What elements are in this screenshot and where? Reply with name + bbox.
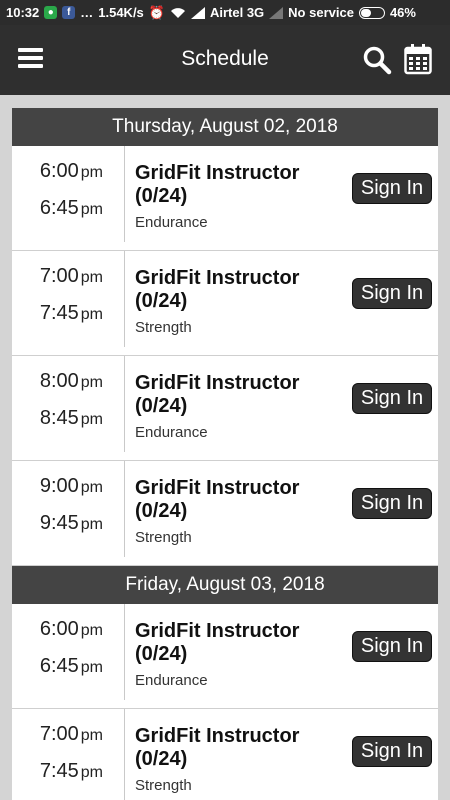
more-notifications-icon: … [80, 5, 94, 20]
session-row: 6:00 pm 6:45 pm GridFit Instructor (0/24) End… [12, 604, 438, 709]
status-bar: 10:32 ● f … 1.54K/s ⏰ Airtel 3G No servi… [0, 0, 450, 25]
battery-fill [360, 8, 372, 17]
start-time-value: 7:00 [39, 265, 79, 287]
session-times: 6:00 pm 6:45 pm [12, 146, 124, 250]
end-time-suffix: pm [80, 411, 103, 428]
sign-in-button[interactable]: Sign In [352, 631, 432, 662]
start-time-value: 8:00 [39, 370, 79, 392]
end-time-suffix: pm [80, 516, 103, 533]
start-time-suffix: pm [80, 164, 103, 181]
divider [124, 461, 125, 557]
start-time-suffix: pm [80, 374, 103, 391]
session-category: Endurance [135, 214, 208, 231]
session-category: Strength [135, 529, 192, 546]
calendar-icon[interactable] [404, 43, 432, 75]
session-times: 9:00 pm 9:45 pm [12, 461, 124, 565]
start-time: 8:00 pm [40, 370, 103, 393]
start-time-suffix: pm [80, 269, 103, 286]
start-time: 7:00 pm [40, 723, 103, 746]
session-name: GridFit Instructor (0/24) [135, 372, 300, 417]
shield-notification-icon: ● [44, 6, 58, 19]
session-times: 6:00 pm 6:45 pm [12, 604, 124, 708]
end-time-value: 9:45 [39, 512, 79, 534]
session-info: GridFit Instructor (0/24) Strength [135, 267, 345, 336]
session-info: GridFit Instructor (0/24) Strength [135, 477, 345, 546]
service-status: No service [288, 5, 354, 20]
session-row: 8:00 pm 8:45 pm GridFit Instructor (0/24) End… [12, 356, 438, 461]
session-category: Endurance [135, 424, 208, 441]
sign-in-button[interactable]: Sign In [352, 736, 432, 767]
no-signal-icon [269, 6, 284, 19]
start-time-value: 7:00 [39, 723, 79, 745]
end-time-suffix: pm [80, 201, 103, 218]
date-header: Thursday, August 02, 2018 [12, 108, 438, 146]
session-info: GridFit Instructor (0/24) Strength [135, 725, 345, 794]
end-time: 7:45 pm [40, 302, 103, 325]
schedule-list: Thursday, August 02, 2018 6:00 pm 6:45 pm Gri… [12, 108, 438, 800]
divider [124, 251, 125, 347]
start-time-value: 6:00 [39, 618, 79, 640]
start-time-value: 9:00 [39, 475, 79, 497]
end-time-value: 7:45 [39, 302, 79, 324]
app-bar: Schedule [0, 25, 450, 95]
session-name: GridFit Instructor (0/24) [135, 477, 300, 522]
session-name: GridFit Instructor (0/24) [135, 725, 300, 770]
start-time: 6:00 pm [40, 160, 103, 183]
session-row: 7:00 pm 7:45 pm GridFit Instructor (0/24) Str… [12, 709, 438, 800]
start-time-suffix: pm [80, 622, 103, 639]
session-row: 9:00 pm 9:45 pm GridFit Instructor (0/24) Str… [12, 461, 438, 566]
carrier-name: Airtel 3G [209, 5, 265, 20]
session-info: GridFit Instructor (0/24) Endurance [135, 620, 345, 689]
end-time: 7:45 pm [40, 760, 103, 783]
session-category: Endurance [135, 672, 208, 689]
session-name: GridFit Instructor (0/24) [135, 162, 300, 207]
search-icon[interactable] [362, 45, 392, 75]
sign-in-button[interactable]: Sign In [352, 383, 432, 414]
date-header: Friday, August 03, 2018 [12, 566, 438, 604]
session-name: GridFit Instructor (0/24) [135, 620, 300, 665]
session-info: GridFit Instructor (0/24) Endurance [135, 162, 345, 231]
wifi-icon [170, 7, 186, 19]
start-time: 9:00 pm [40, 475, 103, 498]
session-times: 8:00 pm 8:45 pm [12, 356, 124, 460]
session-row: 7:00 pm 7:45 pm GridFit Instructor (0/24) Str… [12, 251, 438, 356]
end-time: 6:45 pm [40, 655, 103, 678]
divider [124, 146, 125, 242]
session-times: 7:00 pm 7:45 pm [12, 709, 124, 800]
end-time: 6:45 pm [40, 197, 103, 220]
facebook-notification-icon: f [62, 6, 76, 19]
clock: 10:32 [6, 5, 40, 20]
sign-in-button[interactable]: Sign In [352, 173, 432, 204]
start-time: 6:00 pm [40, 618, 103, 641]
battery-percent: 46% [389, 5, 416, 20]
end-time-value: 8:45 [39, 407, 79, 429]
session-category: Strength [135, 319, 192, 336]
end-time-value: 6:45 [39, 197, 79, 219]
network-speed: 1.54K/s [98, 5, 144, 20]
start-time-suffix: pm [80, 727, 103, 744]
end-time-suffix: pm [80, 659, 103, 676]
session-name: GridFit Instructor (0/24) [135, 267, 300, 312]
session-category: Strength [135, 777, 192, 794]
sign-in-button[interactable]: Sign In [352, 488, 432, 519]
divider [124, 356, 125, 452]
end-time: 8:45 pm [40, 407, 103, 430]
end-time-suffix: pm [80, 764, 103, 781]
end-time-value: 7:45 [39, 760, 79, 782]
end-time: 9:45 pm [40, 512, 103, 535]
battery-icon [358, 6, 385, 19]
alarm-icon: ⏰ [148, 4, 165, 20]
start-time-suffix: pm [80, 479, 103, 496]
end-time-suffix: pm [80, 306, 103, 323]
session-info: GridFit Instructor (0/24) Endurance [135, 372, 345, 441]
start-time: 7:00 pm [40, 265, 103, 288]
start-time-value: 6:00 [39, 160, 79, 182]
sign-in-button[interactable]: Sign In [352, 278, 432, 309]
end-time-value: 6:45 [39, 655, 79, 677]
divider [124, 709, 125, 800]
session-times: 7:00 pm 7:45 pm [12, 251, 124, 355]
signal-icon [190, 6, 205, 19]
divider [124, 604, 125, 700]
session-row: 6:00 pm 6:45 pm GridFit Instructor (0/24) End… [12, 146, 438, 251]
